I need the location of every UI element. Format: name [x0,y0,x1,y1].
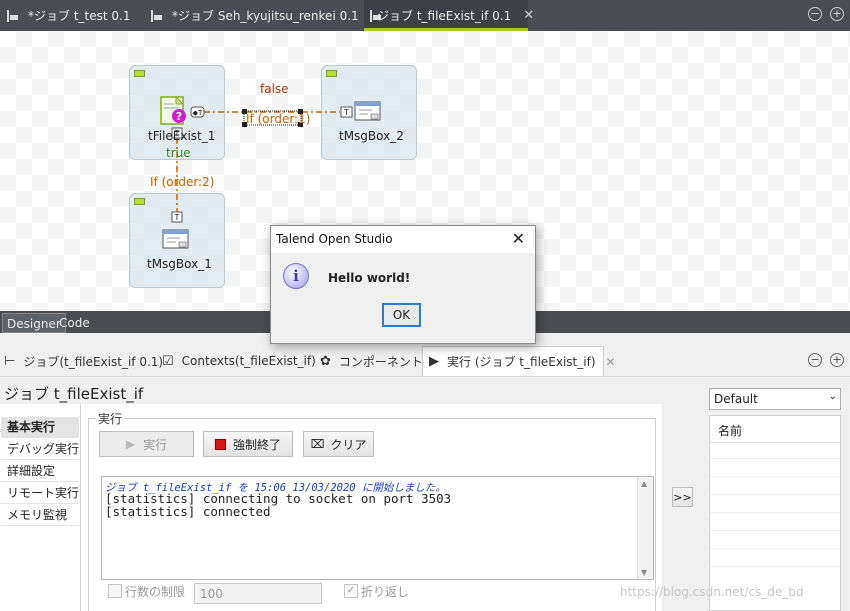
close-icon[interactable]: ✕ [512,229,525,248]
tab-contexts[interactable]: ☑ Contexts(t_fileExist_if) [162,346,316,376]
clear-icon: ⌧ [310,437,325,451]
table-row-divider [710,476,840,477]
side-tab-basic-run[interactable]: 基本実行 [1,417,79,438]
tab-job-settings[interactable]: ⊢ ジョブ(t_fileExist_if 0.1) [4,346,163,376]
context-table: 名前 [709,415,841,611]
component-label-tmsgbox-1: tMsgBox_1 [147,257,212,271]
tab-label: Contexts(t_fileExist_if) [181,354,316,368]
svg-text:?: ? [176,110,182,123]
minimize-icon[interactable]: − [808,7,822,21]
limit-checkbox[interactable] [108,584,122,598]
side-tab-advanced-settings[interactable]: 詳細設定 [1,461,79,482]
link-condition-true: true [166,146,191,160]
trigger-connector-icon: T [171,211,183,223]
component-label-tfileexist-1: tFileExist_1 [148,129,216,143]
svg-text:T: T [174,213,180,222]
maximize-icon[interactable]: + [830,353,844,367]
side-tab-remote-run[interactable]: リモート実行 [1,483,79,504]
context-select[interactable]: Default ⌄ [709,388,841,410]
job-icon: ⊢ [4,353,16,369]
run-group-label: 実行 [96,410,125,427]
table-row-divider [710,530,840,531]
svg-text:T: T [343,108,349,117]
tab-label: ジョブ(t_fileExist_if 0.1) [23,354,164,369]
editor-tab-label: ジョブ t_fileExist_if 0.1 [377,9,512,23]
file-exist-icon: ? [160,95,186,125]
move-context-button[interactable]: >> [672,487,693,507]
link-condition-false: false [260,82,289,96]
info-icon: i [283,263,309,289]
scroll-down-icon[interactable]: ▼ [641,568,647,577]
close-icon[interactable]: ✕ [606,355,616,369]
lower-tab-bar: ⊢ ジョブ(t_fileExist_if 0.1) ☑ Contexts(t_f… [0,346,850,377]
close-icon[interactable]: ✕ [523,8,534,23]
scroll-up-icon[interactable]: ▲ [641,479,647,488]
table-row-divider [710,548,840,549]
dialog-message: Hello world! [328,271,411,285]
job-icon [150,9,164,22]
wrap-label: 折り返し [361,585,410,599]
context-table-header: 名前 [710,416,840,443]
editor-tab-t-fileexist-if[interactable]: ジョブ t_fileExist_if 0.1 ✕ [364,0,534,31]
console-scrollbar[interactable]: ▲ ▼ [637,477,653,579]
tab-run[interactable]: ▶ 実行 (ジョブ t_fileExist_if) ✕ [422,346,616,376]
editor-tab-seh-kyujitsu[interactable]: *ジョブ Seh_kyujitsu_renkei 0.1 [150,0,371,31]
console-output[interactable]: ジョブ t_fileExist_if を 15:06 13/03/2020 に開… [101,476,654,580]
run-icon: ▶ [429,354,439,369]
svg-text:◆T: ◆T [193,109,203,117]
limit-input[interactable]: 100 [194,583,322,604]
minimize-icon[interactable]: − [808,353,822,367]
column-header-name: 名前 [718,424,743,438]
editor-tab-t-test[interactable]: *ジョブ t_test 0.1 [6,0,142,31]
msgbox-icon [162,229,189,249]
job-icon [6,9,20,22]
dialog-titlebar[interactable]: Talend Open Studio ✕ [271,226,535,253]
link-label-if-1[interactable]: If (order:1) [246,112,310,126]
job-title: ジョブ t_fileExist_if [4,385,144,403]
editor-tab-label: *ジョブ Seh_kyujitsu_renkei 0.1 [172,9,359,23]
chevron-down-icon: ⌄ [828,391,837,402]
tab-label: コンポーネント [338,354,423,369]
clear-button[interactable]: ⌧ クリア [303,431,374,457]
editor-tab-bar: *ジョブ t_test 0.1 *ジョブ Seh_kyujitsu_renkei… [0,0,850,31]
console-line: [statistics] connected [105,504,271,519]
trigger-connector-icon: ◆T [190,106,205,118]
table-row-divider [710,566,840,567]
run-button-label: 実行 [143,437,168,452]
table-row-divider [710,494,840,495]
component-label-tmsgbox-2: tMsgBox_2 [339,129,404,143]
play-icon: ▶ [125,437,136,451]
maximize-icon[interactable]: + [830,7,844,21]
limit-label: 行数の制限 [125,585,186,599]
side-tab-memory-monitor[interactable]: メモリ監視 [1,505,79,526]
side-tab-divider [80,404,81,611]
contexts-icon: ☑ [162,353,174,369]
tab-label: 実行 (ジョブ t_fileExist_if) [447,355,596,369]
table-row-divider [710,512,840,513]
side-tab-debug-run[interactable]: デバッグ実行 [1,439,79,460]
kill-button[interactable]: 強制終了 [203,431,293,457]
table-row-divider [710,458,840,459]
run-button[interactable]: ▶ 実行 [99,431,194,457]
stop-icon [214,438,226,450]
message-dialog: Talend Open Studio ✕ i Hello world! OK [270,225,536,344]
wrap-checkbox[interactable]: ✓ [344,584,358,598]
tab-component[interactable]: ✿ コンポーネント [320,346,423,376]
ok-button[interactable]: OK [382,303,421,327]
watermark: https://blog.csdn.net/cs_de_bd [620,585,804,599]
component-icon: ✿ [320,353,331,369]
trigger-connector-icon: T [340,106,353,118]
editor-tab-label: *ジョブ t_test 0.1 [28,9,131,23]
dialog-title: Talend Open Studio [276,232,393,246]
tab-code[interactable]: Code [55,313,94,333]
clear-button-label: クリア [330,437,367,452]
context-select-value: Default [714,392,758,406]
kill-button-label: 強制終了 [232,437,281,452]
link-label-if-2[interactable]: If (order:2) [150,175,214,189]
msgbox-icon [354,101,381,121]
